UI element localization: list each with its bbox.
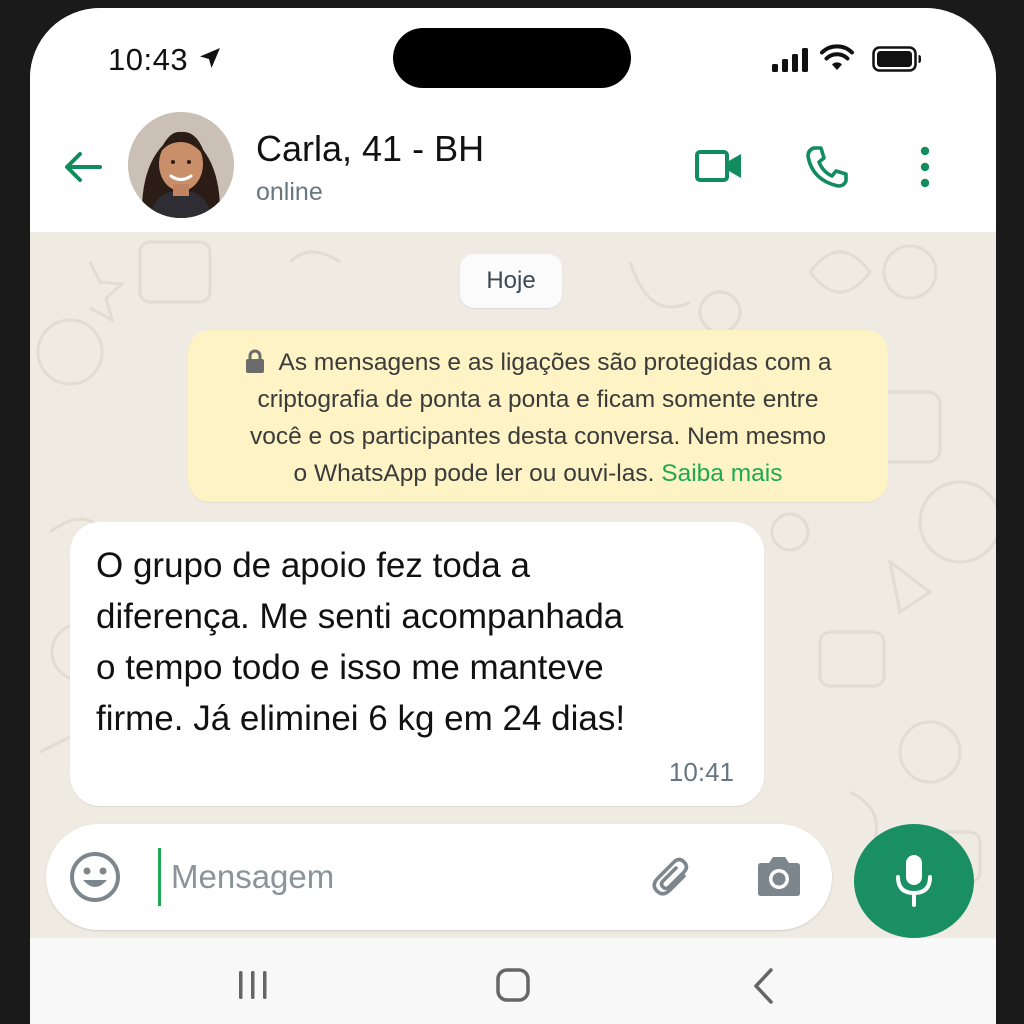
encryption-notice[interactable]: As mensagens e as ligações são protegida… [188, 330, 888, 502]
recent-apps-icon[interactable] [236, 970, 270, 1000]
system-nav-bar [30, 938, 996, 1024]
notice-text-4: o WhatsApp pode ler ou ouvi-las. [293, 460, 655, 487]
phone-screen: 10:43 Carla, 41 - BH online Hoje As mens… [30, 8, 996, 1024]
arrow-left-icon[interactable] [60, 144, 106, 190]
notice-line-3: você e os participantes desta conversa. … [249, 423, 826, 450]
camera-icon[interactable] [754, 854, 804, 898]
message-composer [46, 824, 832, 930]
chat-header: Carla, 41 - BH online [30, 108, 996, 232]
dynamic-island [393, 28, 631, 88]
paperclip-icon[interactable] [650, 854, 696, 900]
contact-avatar[interactable] [128, 112, 234, 218]
nav-back-icon[interactable] [752, 968, 774, 1004]
location-arrow-icon [200, 48, 220, 68]
message-line: firme. Já eliminei 6 kg em 24 dias! [96, 699, 626, 738]
notice-line-1: As mensagens e as ligações são protegida… [212, 344, 864, 381]
emoji-icon[interactable] [68, 850, 122, 904]
battery-icon [872, 46, 921, 72]
wifi-icon [820, 44, 854, 70]
microphone-icon [896, 855, 932, 907]
date-chip: Hoje [460, 254, 562, 308]
notice-text-1: As mensagens e as ligações são protegida… [278, 349, 832, 376]
home-icon[interactable] [496, 968, 530, 1002]
status-bar: 10:43 [30, 8, 996, 108]
message-text: O grupo de apoio fez toda a diferença. M… [96, 540, 738, 744]
video-camera-icon[interactable] [694, 146, 744, 186]
notice-line-4: o WhatsApp pode ler ou ouvi-las. Saiba m… [212, 455, 864, 492]
contact-name[interactable]: Carla, 41 - BH [256, 128, 484, 170]
lock-icon [245, 349, 264, 373]
more-vertical-icon[interactable] [912, 144, 938, 190]
message-line: o tempo todo e isso me manteve [96, 648, 604, 687]
notice-line-2: criptografia de ponta a ponta e ficam so… [257, 386, 819, 413]
cellular-signal-icon [772, 48, 808, 72]
contact-status: online [256, 178, 323, 206]
mic-button[interactable] [854, 824, 974, 938]
learn-more-link[interactable]: Saiba mais [661, 460, 782, 487]
message-line: O grupo de apoio fez toda a [96, 546, 530, 585]
message-time: 10:41 [668, 757, 734, 787]
message-input[interactable] [158, 848, 618, 906]
phone-frame: 10:43 Carla, 41 - BH online Hoje As mens… [0, 0, 1024, 1024]
chat-area[interactable]: Hoje As mensagens e as ligações são prot… [30, 232, 996, 938]
incoming-message-bubble[interactable]: O grupo de apoio fez toda a diferença. M… [70, 522, 764, 806]
phone-icon[interactable] [804, 144, 850, 190]
message-line: diferença. Me senti acompanhada [96, 597, 624, 636]
avatar-portrait [128, 112, 234, 218]
status-time: 10:43 [108, 42, 189, 77]
